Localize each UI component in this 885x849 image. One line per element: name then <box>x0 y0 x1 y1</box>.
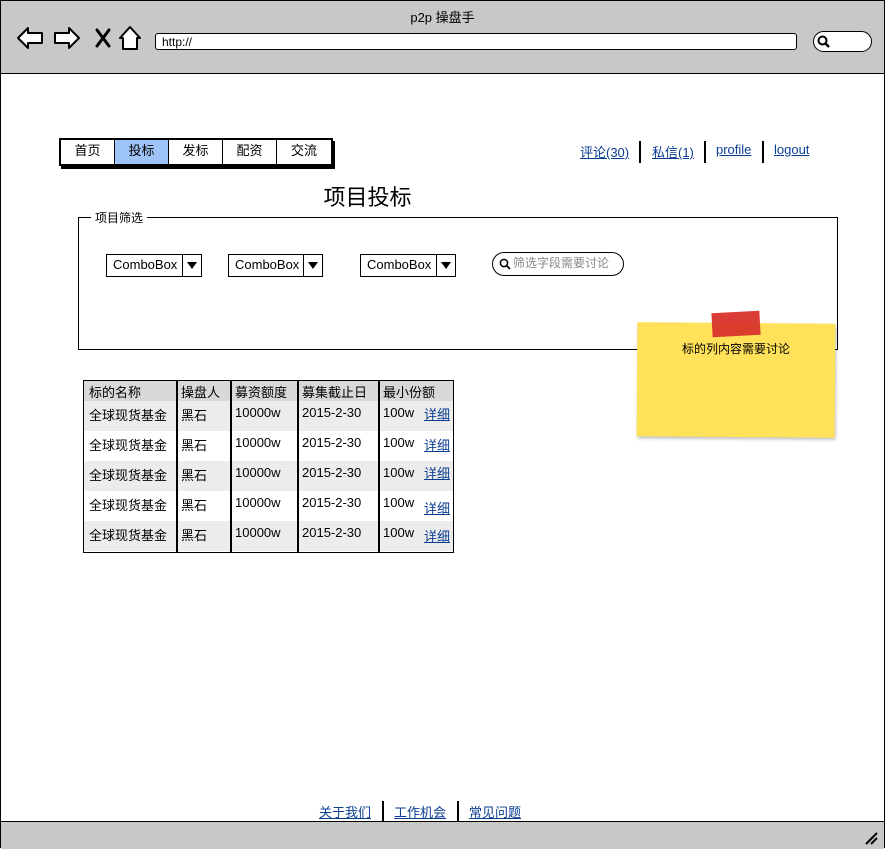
tab-exchange[interactable]: 交流 <box>277 140 331 164</box>
forward-arrow-icon[interactable] <box>53 25 81 51</box>
back-arrow-icon[interactable] <box>16 25 44 51</box>
filter-combobox-1[interactable]: ComboBox <box>106 254 202 277</box>
logout-link[interactable]: logout <box>774 142 809 157</box>
table-cell-deadline: 2015-2-30 <box>302 405 362 420</box>
table-cell-min-share: 100w <box>383 465 415 480</box>
table-row: 全球现货基金 黑石 10000w 2015-2-30 100w 详细 <box>84 521 453 551</box>
link-divider <box>639 141 641 163</box>
page-title: 项目投标 <box>323 185 412 210</box>
search-icon <box>499 258 511 270</box>
detail-link[interactable]: 详细 <box>424 435 450 454</box>
jobs-link[interactable]: 工作机会 <box>394 802 446 821</box>
browser-search-field[interactable] <box>813 31 872 52</box>
tab-home[interactable]: 首页 <box>61 140 115 164</box>
table-cell-trader: 黑石 <box>181 528 208 543</box>
search-placeholder: 筛选字段需要讨论 <box>513 256 610 270</box>
table-cell-trader: 黑石 <box>181 498 208 513</box>
address-bar[interactable]: http:// <box>155 33 797 50</box>
tape-icon <box>711 310 761 338</box>
table-header: 标的名称 操盘人 募资额度 募集截止日 最小份额 <box>84 381 453 402</box>
column-divider <box>176 381 178 552</box>
search-icon <box>817 35 830 48</box>
table-cell-name: 全球现货基金 <box>89 528 168 543</box>
table-cell-amount: 10000w <box>235 495 281 510</box>
about-us-link[interactable]: 关于我们 <box>319 802 371 821</box>
table-cell-amount: 10000w <box>235 435 281 450</box>
link-divider <box>457 801 459 822</box>
table-cell-deadline: 2015-2-30 <box>302 525 362 540</box>
status-bar <box>1 821 884 849</box>
profile-link[interactable]: profile <box>716 142 751 157</box>
combobox-value: ComboBox <box>113 257 178 272</box>
filter-combobox-3[interactable]: ComboBox <box>360 254 456 277</box>
detail-link[interactable]: 详细 <box>424 498 450 517</box>
dropdown-arrow-icon[interactable] <box>436 255 455 276</box>
table-cell-min-share: 100w <box>383 435 415 450</box>
table-cell-amount: 10000w <box>235 465 281 480</box>
home-icon[interactable] <box>117 25 145 51</box>
comments-link[interactable]: 评论(30) <box>580 142 629 161</box>
table-cell-trader: 黑石 <box>181 468 208 483</box>
browser-window: p2p 操盘手 http:// 首页 投标 发标 配资 交流 评论(30) 私信 <box>0 0 885 849</box>
table-cell-min-share: 100w <box>383 405 415 420</box>
table-cell-min-share: 100w <box>383 525 415 540</box>
filter-search-input[interactable]: 筛选字段需要讨论 <box>492 252 624 276</box>
dropdown-arrow-icon[interactable] <box>182 255 201 276</box>
column-divider <box>378 381 380 552</box>
column-divider <box>230 381 232 552</box>
combobox-value: ComboBox <box>367 257 432 272</box>
table-row: 全球现货基金 黑石 10000w 2015-2-30 100w 详细 <box>84 401 453 431</box>
column-header: 标的名称 <box>89 385 142 400</box>
window-title: p2p 操盘手 <box>410 10 475 25</box>
resize-grip-icon[interactable] <box>864 831 878 845</box>
table-cell-min-share: 100w <box>383 495 415 510</box>
detail-link[interactable]: 详细 <box>424 463 450 482</box>
detail-link[interactable]: 详细 <box>424 404 450 423</box>
column-header: 操盘人 <box>181 385 221 400</box>
filter-legend: 项目筛选 <box>91 209 148 226</box>
filter-combobox-2[interactable]: ComboBox <box>228 254 323 277</box>
bid-table: 标的名称 操盘人 募资额度 募集截止日 最小份额 全球现货基金 黑石 10000… <box>83 380 454 553</box>
table-cell-name: 全球现货基金 <box>89 498 168 513</box>
table-cell-deadline: 2015-2-30 <box>302 435 362 450</box>
table-cell-name: 全球现货基金 <box>89 438 168 453</box>
table-row: 全球现货基金 黑石 10000w 2015-2-30 100w 详细 <box>84 491 453 521</box>
faq-link[interactable]: 常见问题 <box>469 802 521 821</box>
sticky-note-text: 标的列内容需要讨论 <box>681 342 790 356</box>
link-divider <box>382 801 384 822</box>
tab-funding[interactable]: 配资 <box>223 140 277 164</box>
column-header: 募资额度 <box>235 385 288 400</box>
table-cell-trader: 黑石 <box>181 438 208 453</box>
column-divider <box>297 381 299 552</box>
combobox-value: ComboBox <box>235 257 300 272</box>
table-row: 全球现货基金 黑石 10000w 2015-2-30 100w 详细 <box>84 461 453 491</box>
column-header: 最小份额 <box>383 385 436 400</box>
table-cell-deadline: 2015-2-30 <box>302 495 362 510</box>
table-cell-name: 全球现货基金 <box>89 408 168 423</box>
dropdown-arrow-icon[interactable] <box>303 255 322 276</box>
tab-bid[interactable]: 投标 <box>115 140 169 164</box>
link-divider <box>762 141 764 163</box>
close-icon[interactable] <box>91 25 119 51</box>
table-cell-name: 全球现货基金 <box>89 468 168 483</box>
table-cell-deadline: 2015-2-30 <box>302 465 362 480</box>
table-row: 全球现货基金 黑石 10000w 2015-2-30 100w 详细 <box>84 431 453 461</box>
table-cell-amount: 10000w <box>235 525 281 540</box>
link-divider <box>704 141 706 163</box>
tab-publish[interactable]: 发标 <box>169 140 223 164</box>
column-header: 募集截止日 <box>302 385 368 400</box>
messages-link[interactable]: 私信(1) <box>652 142 694 161</box>
main-nav-tabs: 首页 投标 发标 配资 交流 <box>59 138 333 166</box>
table-cell-amount: 10000w <box>235 405 281 420</box>
detail-link[interactable]: 详细 <box>424 526 450 545</box>
browser-chrome: p2p 操盘手 http:// <box>1 1 884 74</box>
table-cell-trader: 黑石 <box>181 408 208 423</box>
